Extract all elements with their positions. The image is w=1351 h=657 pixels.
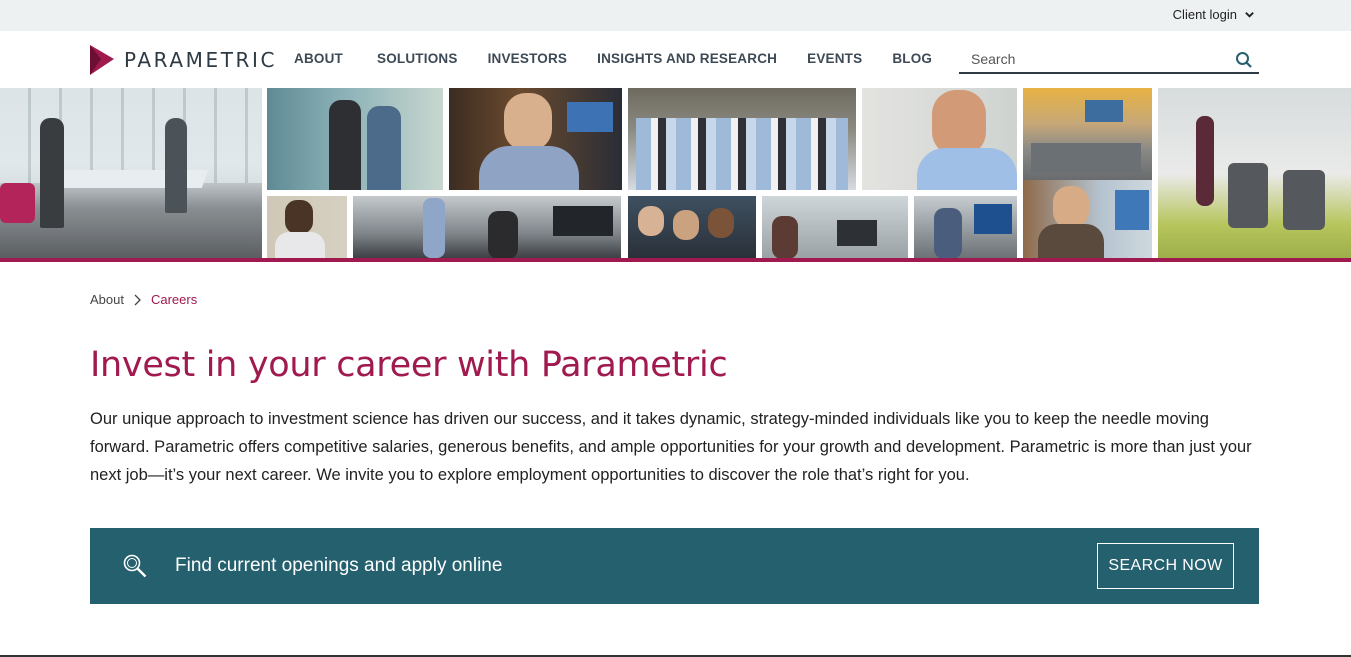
photo-team-group (628, 88, 856, 190)
utility-bar: Client login (0, 0, 1351, 31)
breadcrumb-chevron-icon (134, 294, 141, 305)
nav-events[interactable]: EVENTS (807, 51, 862, 66)
photo-women-event (628, 196, 756, 259)
nav-about[interactable]: ABOUT (294, 51, 343, 66)
search-now-button[interactable]: SEARCH NOW (1097, 543, 1234, 589)
site-header: PARAMETRIC ABOUT SOLUTIONS INVESTORS INS… (0, 31, 1351, 88)
photo-man-portrait (267, 196, 347, 259)
search-icon[interactable] (1235, 51, 1253, 69)
breadcrumb: About Careers (90, 292, 197, 307)
photo-man-with-glasses (449, 88, 622, 190)
photo-banner (0, 88, 1351, 259)
photo-office-lounge (1023, 88, 1152, 190)
breadcrumb-about-link[interactable]: About (90, 292, 124, 307)
nav-solutions[interactable]: SOLUTIONS (377, 51, 458, 66)
nav-blog[interactable]: BLOG (892, 51, 932, 66)
photo-woman-headset (1023, 180, 1152, 259)
photo-meeting-room (1158, 88, 1351, 259)
page-title: Invest in your career with Parametric (90, 345, 728, 385)
photo-office-ping-pong (0, 88, 262, 259)
logo-text: PARAMETRIC (124, 48, 278, 72)
nav-insights-and-research[interactable]: INSIGHTS AND RESEARCH (597, 51, 777, 66)
photo-smiling-man (862, 88, 1017, 190)
banner-rule (0, 258, 1351, 262)
magnifier-icon (123, 554, 147, 578)
cta-text: Find current openings and apply online (175, 555, 503, 576)
photo-workstation (762, 196, 908, 259)
photo-open-office (353, 196, 621, 259)
parametric-logo-icon (90, 45, 114, 75)
main-nav: ABOUT SOLUTIONS INVESTORS INSIGHTS AND R… (294, 51, 932, 66)
client-login-button[interactable]: Client login (1173, 7, 1255, 22)
intro-paragraph: Our unique approach to investment scienc… (90, 410, 1252, 484)
chevron-down-icon (1245, 12, 1254, 18)
client-login-label: Client login (1172, 7, 1237, 22)
nav-investors[interactable]: INVESTORS (488, 51, 568, 66)
breadcrumb-careers-link[interactable]: Careers (151, 292, 197, 307)
photo-trading-desk (914, 196, 1017, 259)
careers-cta-band: Find current openings and apply online S… (90, 528, 1259, 604)
logo[interactable]: PARAMETRIC (90, 45, 277, 75)
search-input[interactable] (971, 49, 1221, 69)
search-box (959, 47, 1259, 74)
photo-whiteboard-meeting (267, 88, 443, 190)
